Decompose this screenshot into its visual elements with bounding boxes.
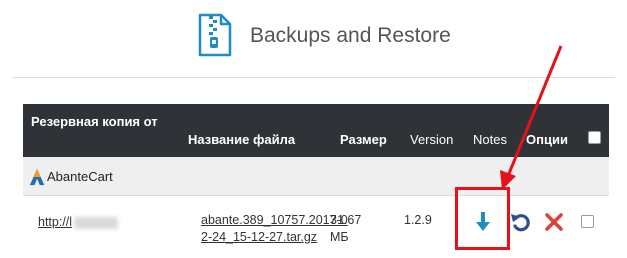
backup-size: 31.67 МБ [330, 213, 362, 244]
group-row: AbanteCart [23, 157, 609, 196]
column-filename[interactable]: Название файла [188, 131, 295, 148]
abantecart-logo-icon [29, 168, 45, 186]
table-header: Резервная копия от Название файла Размер… [23, 104, 609, 157]
backup-version: 1.2.9 [404, 213, 432, 227]
delete-icon[interactable] [543, 211, 565, 233]
group-name: AbanteCart [47, 169, 113, 184]
backup-url-text: http://l [38, 215, 73, 229]
column-backup-date[interactable]: Резервная копия от [31, 113, 181, 130]
select-all-checkbox[interactable] [588, 131, 601, 144]
page-title: Backups and Restore [250, 24, 451, 47]
header-divider [12, 77, 615, 78]
page-header: Backups and Restore [0, 0, 627, 78]
download-icon[interactable] [474, 211, 492, 233]
zip-file-icon [198, 13, 232, 57]
row-select-checkbox[interactable] [581, 215, 594, 228]
column-version[interactable]: Version [410, 131, 453, 148]
restore-icon[interactable] [510, 211, 532, 233]
backup-filename-link[interactable]: abante.389_10757.2017-02-24_15-12-27.tar… [201, 212, 351, 246]
backup-url-link[interactable]: http://l [38, 214, 119, 231]
column-options: Опции [526, 132, 568, 147]
column-size[interactable]: Размер [340, 131, 387, 148]
redacted-text [74, 216, 119, 229]
column-notes[interactable]: Notes [473, 131, 507, 148]
